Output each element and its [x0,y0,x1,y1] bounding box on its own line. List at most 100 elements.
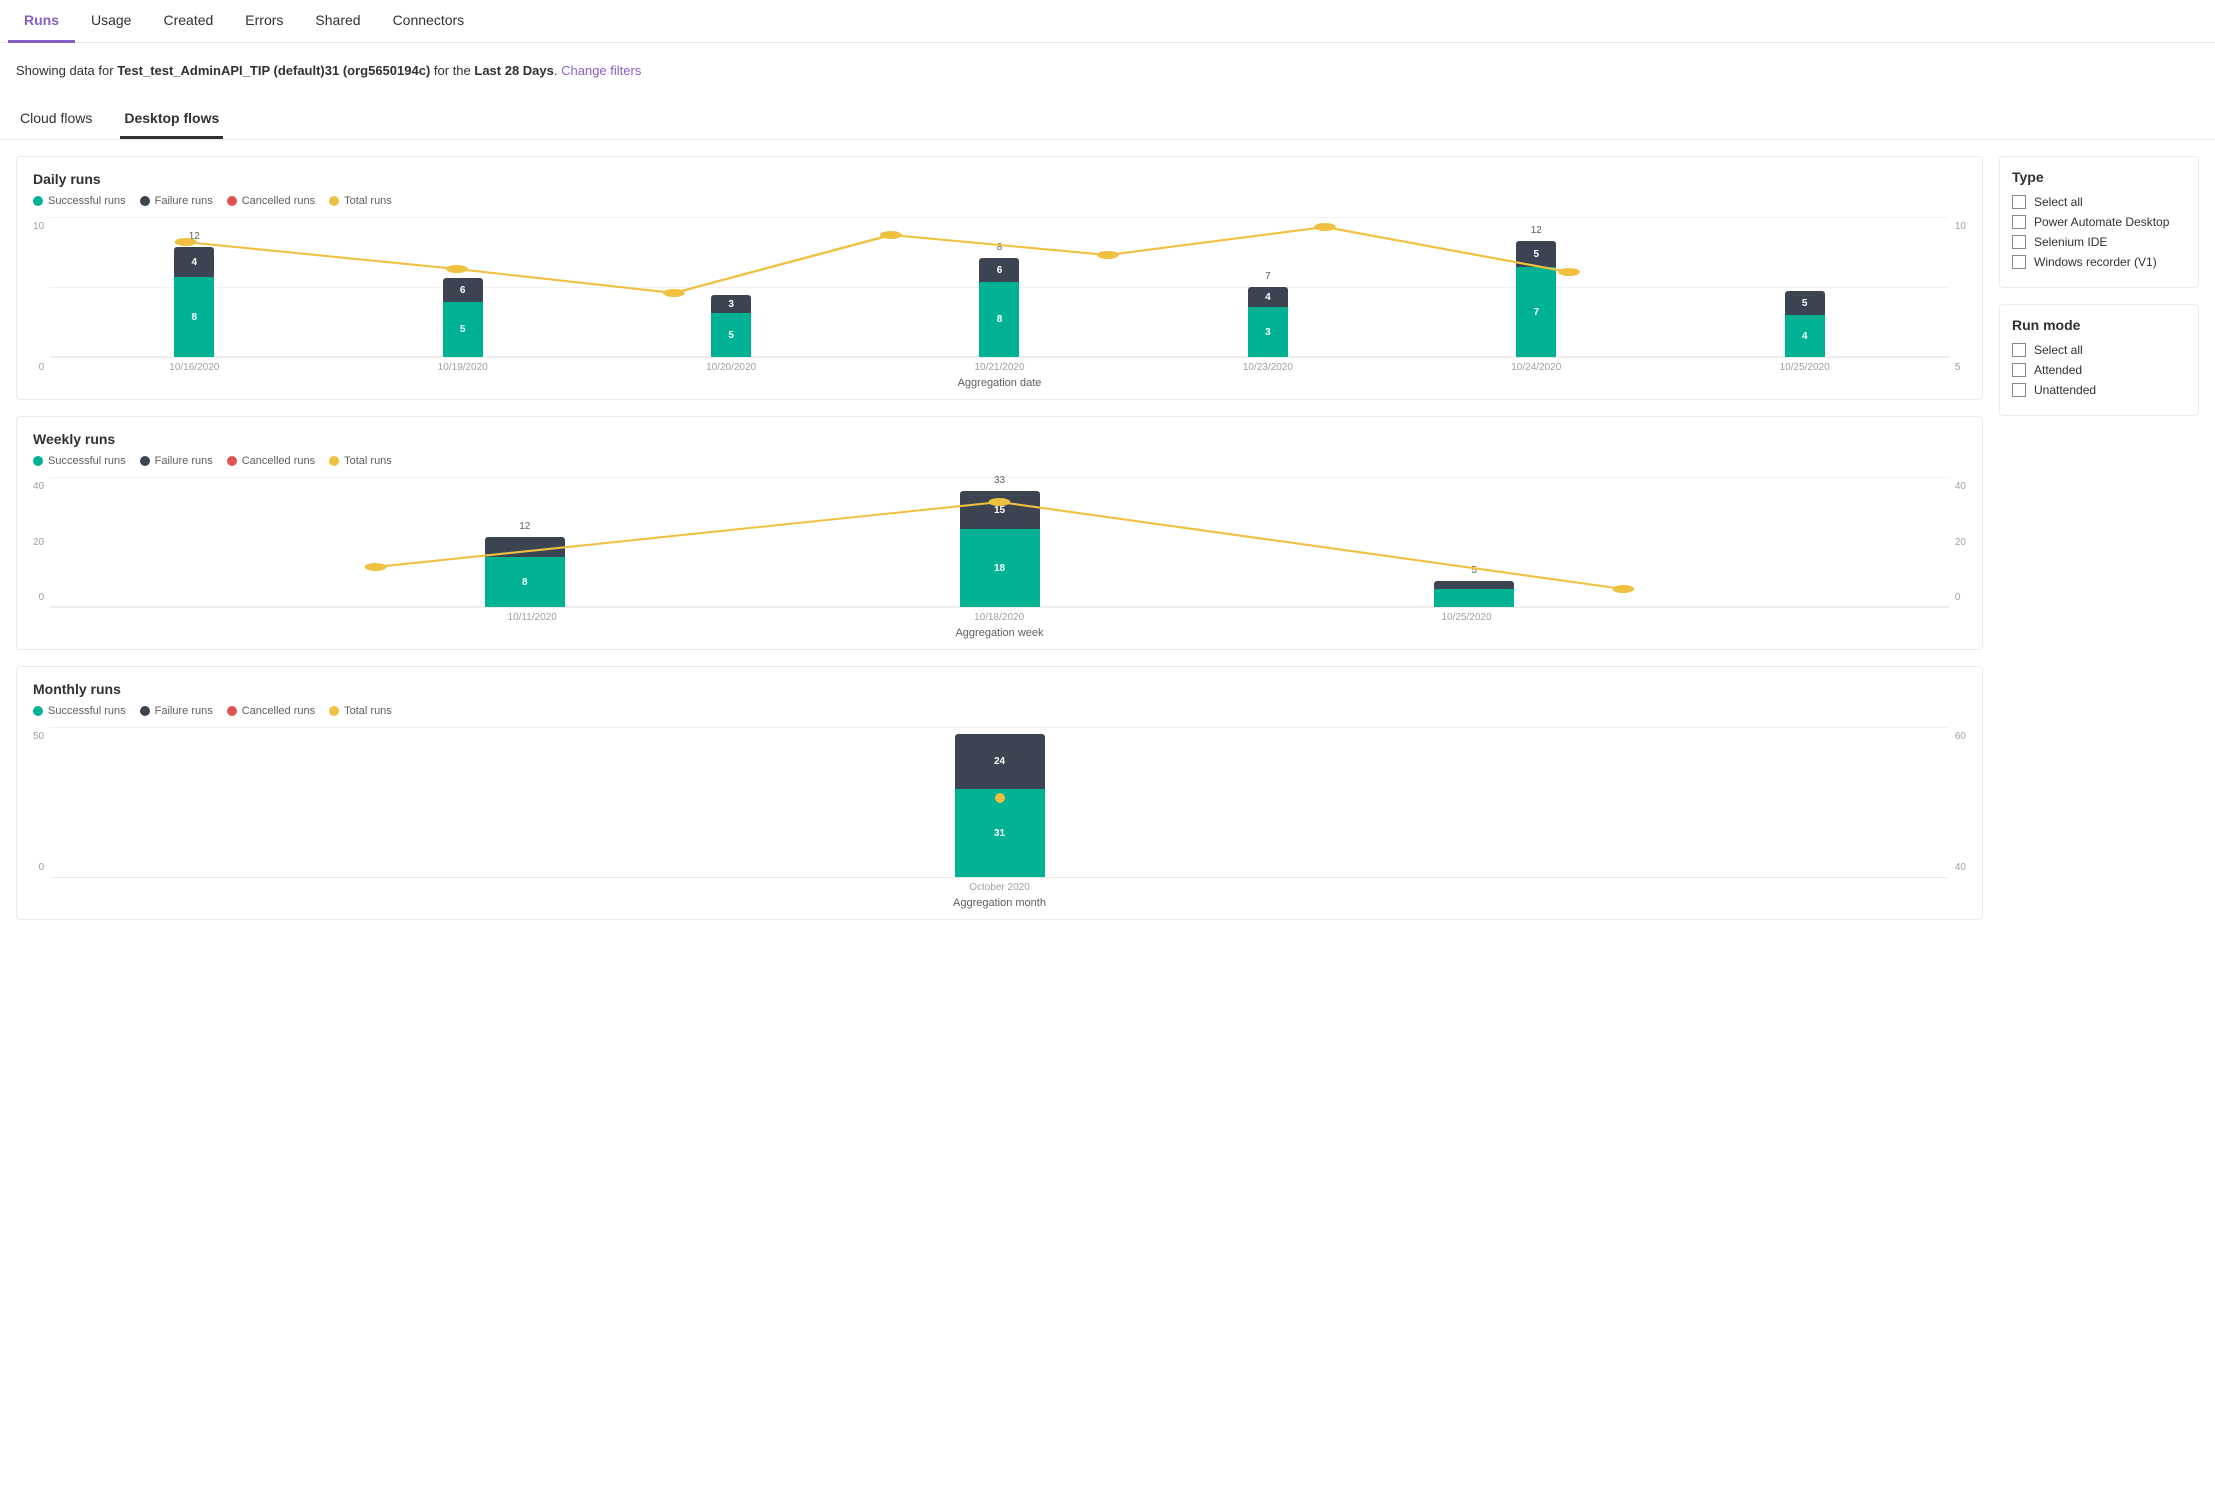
legend-total-w: Total runs [329,455,392,467]
legend-successful-label: Successful runs [48,195,126,207]
legend-cancelled: Cancelled runs [227,195,315,207]
legend-failure-label: Failure runs [155,195,213,207]
list-item[interactable]: Unattended [2012,383,2186,397]
daily-runs-legend: Successful runs Failure runs Cancelled r… [33,195,1966,207]
change-filters-link[interactable]: Change filters [561,63,641,78]
weekly-x-labels: 10/11/2020 10/18/2020 10/25/2020 [50,608,1949,623]
tab-usage[interactable]: Usage [75,0,147,43]
list-item[interactable]: Attended [2012,363,2186,377]
type-panel: Type Select all Power Automate Desktop S… [1999,156,2199,288]
list-item[interactable]: Select all [2012,195,2186,209]
weekly-y-right: 40 20 0 [1949,477,1966,607]
checkbox-label-select-all-mode: Select all [2034,343,2083,357]
monthly-chart-area: 50 0 24 31 [33,727,1966,909]
tab-created[interactable]: Created [147,0,229,43]
weekly-chart-area: 40 20 0 12 [33,477,1966,639]
table-row: 3 5 [711,295,751,357]
legend-failure-m: Failure runs [140,705,213,717]
tab-runs[interactable]: Runs [8,0,75,43]
table-row: 7 4 3 [1248,287,1288,357]
legend-cancelled-m: Cancelled runs [227,705,315,717]
sidebar: Type Select all Power Automate Desktop S… [1999,156,2199,920]
total-dot-marker [995,793,1005,803]
checkbox-label-select-all-type: Select all [2034,195,2083,209]
checkbox-label-unattended: Unattended [2034,383,2096,397]
header-prefix: Showing data for [16,63,114,78]
legend-cancelled-w: Cancelled runs [227,455,315,467]
weekly-runs-card: Weekly runs Successful runs Failure runs… [16,416,1983,650]
daily-x-axis-title: Aggregation date [50,377,1949,389]
monthly-y-right: 60 40 [1949,727,1966,877]
cancelled-dot [227,196,237,206]
successful-dot [33,196,43,206]
weekly-runs-title: Weekly runs [33,431,1966,447]
legend-failure-w: Failure runs [140,455,213,467]
header-environment: Test_test_AdminAPI_TIP (default)31 (org5… [117,63,430,78]
monthly-runs-card: Monthly runs Successful runs Failure run… [16,666,1983,920]
failure-dot [140,196,150,206]
total-dot [329,196,339,206]
list-item[interactable]: Windows recorder (V1) [2012,255,2186,269]
subtab-desktop-flows[interactable]: Desktop flows [120,102,223,139]
checkbox-label-windows: Windows recorder (V1) [2034,255,2157,269]
daily-x-labels: 10/16/2020 10/19/2020 10/20/2020 10/21/2… [50,358,1949,373]
header-middle: for the [434,63,474,78]
tab-shared[interactable]: Shared [299,0,376,43]
weekly-runs-legend: Successful runs Failure runs Cancelled r… [33,455,1966,467]
checkbox-windows[interactable] [2012,255,2026,269]
daily-runs-card: Daily runs Successful runs Failure runs … [16,156,1983,400]
daily-runs-title: Daily runs [33,171,1966,187]
table-row: 8 6 8 [979,258,1019,357]
sub-tabs: Cloud flows Desktop flows [0,88,2215,140]
table-row: 24 31 [955,734,1045,877]
daily-bars-container: 12 4 8 6 5 [50,217,1949,358]
legend-total: Total runs [329,195,392,207]
checkbox-select-all-mode[interactable] [2012,343,2026,357]
checkbox-label-pad: Power Automate Desktop [2034,215,2169,229]
legend-successful: Successful runs [33,195,126,207]
monthly-x-axis-title: Aggregation month [50,897,1949,909]
legend-successful-w: Successful runs [33,455,126,467]
type-panel-title: Type [2012,169,2186,185]
tab-errors[interactable]: Errors [229,0,299,43]
checkbox-select-all-type[interactable] [2012,195,2026,209]
run-mode-panel-title: Run mode [2012,317,2186,333]
checkbox-pad[interactable] [2012,215,2026,229]
monthly-bars: 24 31 [50,727,1949,877]
header-period: Last 28 Days [474,63,554,78]
list-item[interactable]: Selenium IDE [2012,235,2186,249]
legend-successful-m: Successful runs [33,705,126,717]
monthly-bars-container: 24 31 [50,727,1949,878]
checkbox-unattended[interactable] [2012,383,2026,397]
daily-y-right: 10 5 [1949,217,1966,377]
legend-total-m: Total runs [329,705,392,717]
nav-tabs: Runs Usage Created Errors Shared Connect… [0,0,2215,43]
weekly-y-left: 40 20 0 [33,477,50,607]
charts-column: Daily runs Successful runs Failure runs … [16,156,1983,920]
weekly-line [50,477,1949,607]
weekly-bars: 12 8 33 15 18 [50,477,1949,607]
table-row: 5 4 [1785,291,1825,357]
table-row: 12 5 7 [1516,241,1556,357]
daily-bars: 12 4 8 6 5 [50,217,1949,357]
weekly-bars-container: 12 8 33 15 18 [50,477,1949,608]
monthly-y-left: 50 0 [33,727,50,877]
checkbox-label-selenium: Selenium IDE [2034,235,2107,249]
list-item[interactable]: Select all [2012,343,2186,357]
monthly-runs-title: Monthly runs [33,681,1966,697]
main-layout: Daily runs Successful runs Failure runs … [0,140,2215,936]
tab-connectors[interactable]: Connectors [377,0,481,43]
checkbox-label-attended: Attended [2034,363,2082,377]
daily-chart-area: 10 0 12 [33,217,1966,389]
subtab-cloud-flows[interactable]: Cloud flows [16,102,96,139]
checkbox-attended[interactable] [2012,363,2026,377]
list-item[interactable]: Power Automate Desktop [2012,215,2186,229]
checkbox-selenium[interactable] [2012,235,2026,249]
run-mode-panel: Run mode Select all Attended Unattended [1999,304,2199,416]
daily-y-left: 10 0 [33,217,50,377]
table-row: 6 5 [443,278,483,357]
weekly-x-axis-title: Aggregation week [50,627,1949,639]
legend-failure: Failure runs [140,195,213,207]
monthly-runs-legend: Successful runs Failure runs Cancelled r… [33,705,1966,717]
legend-total-label: Total runs [344,195,392,207]
